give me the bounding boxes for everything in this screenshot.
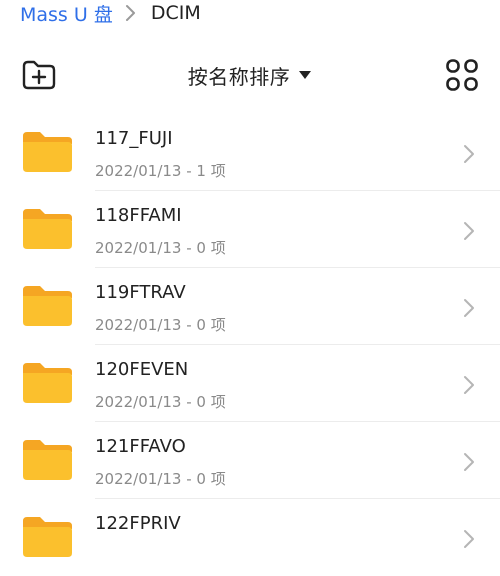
file-row[interactable]: 118FFAMI 2022/01/13 - 0 项 — [0, 191, 500, 268]
breadcrumb-root-link[interactable]: Mass U 盘 — [20, 0, 113, 27]
file-row[interactable]: 122FPRIV — [0, 499, 500, 576]
file-name: 121FFAVO — [95, 436, 186, 457]
chevron-right-icon — [464, 222, 474, 240]
chevron-right-icon — [464, 376, 474, 394]
chevron-right-icon — [464, 530, 474, 548]
file-meta: 2022/01/13 - 0 项 — [95, 393, 226, 411]
file-name: 120FEVEN — [95, 359, 189, 380]
file-row[interactable]: 117_FUJI 2022/01/13 - 1 项 — [0, 114, 500, 191]
toolbar: 按名称排序 — [0, 52, 500, 98]
grid-view-icon[interactable] — [445, 58, 479, 92]
file-list: 117_FUJI 2022/01/13 - 1 项 118FFAMI 2022/… — [0, 114, 500, 576]
folder-icon — [23, 440, 72, 480]
file-meta: 2022/01/13 - 0 项 — [95, 239, 226, 257]
folder-icon — [23, 363, 72, 403]
folder-icon — [23, 132, 72, 172]
file-name: 118FFAMI — [95, 205, 182, 226]
file-meta: 2022/01/13 - 1 项 — [95, 162, 226, 180]
folder-icon — [23, 209, 72, 249]
file-name: 119FTRAV — [95, 282, 186, 303]
file-name: 122FPRIV — [95, 513, 181, 534]
chevron-right-icon — [464, 299, 474, 317]
file-meta: 2022/01/13 - 0 项 — [95, 470, 226, 488]
folder-icon — [23, 286, 72, 326]
folder-icon — [23, 517, 72, 557]
file-row[interactable]: 120FEVEN 2022/01/13 - 0 项 — [0, 345, 500, 422]
breadcrumb: Mass U 盘 DCIM — [20, 0, 201, 26]
file-name: 117_FUJI — [95, 128, 173, 149]
chevron-right-icon — [125, 5, 135, 21]
breadcrumb-current[interactable]: DCIM — [151, 2, 201, 24]
file-row[interactable]: 121FFAVO 2022/01/13 - 0 项 — [0, 422, 500, 499]
chevron-right-icon — [464, 453, 474, 471]
caret-down-icon — [299, 71, 312, 79]
sort-dropdown[interactable]: 按名称排序 — [0, 58, 500, 92]
chevron-right-icon — [464, 145, 474, 163]
file-row[interactable]: 119FTRAV 2022/01/13 - 0 项 — [0, 268, 500, 345]
file-meta: 2022/01/13 - 0 项 — [95, 316, 226, 334]
sort-label: 按名称排序 — [187, 64, 291, 89]
